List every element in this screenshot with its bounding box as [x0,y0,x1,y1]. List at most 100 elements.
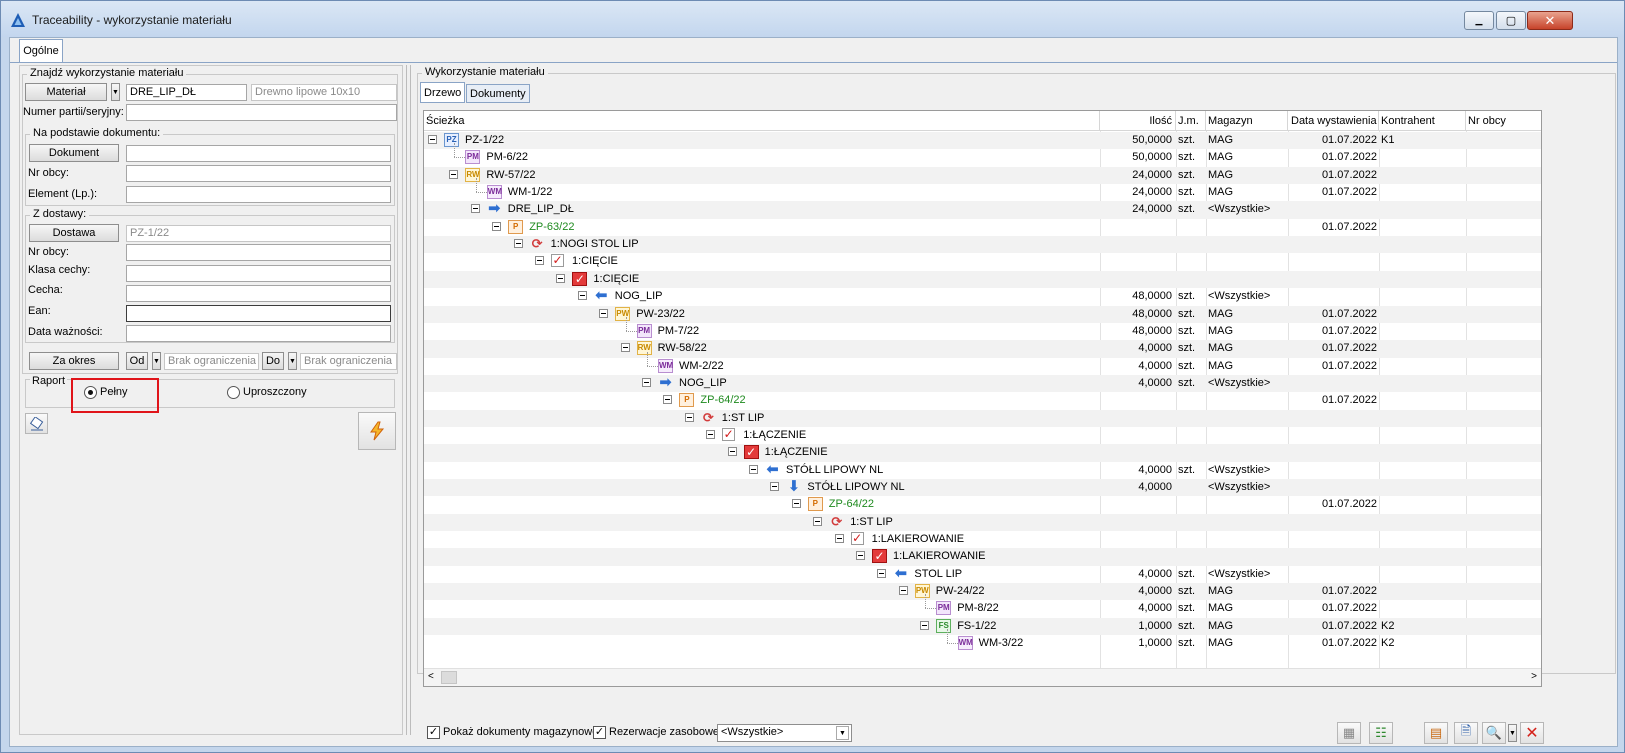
tree-collapse-icon[interactable] [428,135,437,144]
table-row[interactable]: ✓ 1:LAKIEROWANIE [424,548,1541,566]
tree-collapse-icon[interactable] [877,568,887,578]
from-dropdown[interactable]: ▼ [152,352,161,370]
scroll-thumb[interactable] [441,671,457,684]
maximize-button[interactable]: ▢ [1496,11,1526,30]
table-row[interactable]: ✓ 1:CIĘCIE [424,253,1541,270]
tree-collapse-icon[interactable] [834,534,844,544]
col-qty[interactable]: Ilość [1100,111,1176,131]
report-simple-label[interactable]: Uproszczony [243,386,307,398]
export-button[interactable]: ▤ [1424,722,1448,744]
material-dropdown[interactable]: ▼ [111,83,120,101]
batch-input[interactable] [126,104,397,121]
reservations-checkbox[interactable]: ✓ [593,726,606,739]
report-full-label[interactable]: Pełny [100,386,128,398]
tree-collapse-icon[interactable] [620,343,630,353]
tree-collapse-icon[interactable] [449,169,459,179]
table-row[interactable]: PW PW-23/22 48,0000 szt. MAG 01.07.2022 [424,305,1541,323]
show-wh-docs-label[interactable]: Pokaż dokumenty magazynowe [443,726,598,738]
from-date-input[interactable]: Brak ograniczenia [164,353,259,370]
tree-collapse-icon[interactable] [599,308,609,318]
table-row[interactable]: ✓ 1:ŁĄCZENIE [424,427,1541,444]
tree-collapse-icon[interactable] [577,291,587,301]
table-row[interactable]: WM WM-3/22 1,0000 szt. MAG 01.07.2022 K2 [424,629,1541,652]
report-full-radio[interactable] [84,386,97,399]
show-wh-docs-checkbox[interactable]: ✓ [427,726,440,739]
tree-collapse-icon[interactable] [556,273,566,283]
feature-input[interactable] [126,285,391,302]
reservations-label[interactable]: Rezerwacje zasobowe [609,726,719,738]
delivery-input[interactable]: PZ-1/22 [126,225,391,242]
table-row[interactable]: PM PM-7/22 48,0000 szt. MAG 01.07.2022 [424,316,1541,340]
panel-splitter[interactable] [406,65,411,735]
table-row[interactable]: ✓ 1:ŁĄCZENIE [424,444,1541,462]
to-date-input[interactable]: Brak ograniczenia [300,353,397,370]
tree-collapse-icon[interactable] [663,395,673,405]
tree-collapse-icon[interactable] [791,499,801,509]
table-row[interactable]: WM WM-1/22 24,0000 szt. MAG 01.07.2022 [424,178,1541,201]
ean-input[interactable] [126,305,391,322]
filter-select[interactable]: <Wszystkie> ▼ [717,724,852,742]
col-warehouse[interactable]: Magazyn [1206,111,1288,131]
scroll-right-icon[interactable]: > [1531,671,1537,682]
table-row[interactable]: P ZP-63/22 01.07.2022 [424,219,1541,236]
to-button[interactable]: Do [262,352,284,370]
col-path[interactable]: Ścieżka [424,111,1100,131]
tree-expand-button[interactable]: ☷ [1369,722,1393,744]
run-search-button[interactable] [358,412,396,450]
foreign-no-input[interactable] [126,165,391,182]
element-input[interactable] [126,186,391,203]
scroll-left-icon[interactable]: < [428,671,434,682]
document-input[interactable] [126,145,391,162]
table-row[interactable]: ➡ DRE_LIP_DŁ 24,0000 szt. <Wszystkie> [424,201,1541,219]
tree-collapse-icon[interactable] [920,620,930,630]
table-row[interactable]: PM PM-8/22 4,0000 szt. MAG 01.07.2022 [424,594,1541,617]
delivery-button[interactable]: Dostawa [29,224,119,242]
feature-class-input[interactable] [126,265,391,282]
search-button[interactable]: 🔍 [1482,722,1506,744]
table-row[interactable]: ⬅ STOL LIP 4,0000 szt. <Wszystkie> [424,566,1541,583]
tree-collapse-icon[interactable] [898,586,908,596]
table-row[interactable]: PM PM-6/22 50,0000 szt. MAG 01.07.2022 [424,143,1541,166]
tab-general[interactable]: Ogólne [19,39,63,62]
from-button[interactable]: Od [126,352,148,370]
tree-collapse-icon[interactable] [770,482,780,491]
tree-collapse-icon[interactable] [513,239,523,249]
tree-collapse-icon[interactable] [856,551,865,561]
expiry-input[interactable] [126,325,391,342]
period-button[interactable]: Za okres [29,352,119,370]
table-row[interactable]: PZ PZ-1/22 50,0000 szt. MAG 01.07.2022 K1 [424,132,1541,150]
tree-collapse-icon[interactable] [706,429,716,439]
table-row[interactable]: FS FS-1/22 1,0000 szt. MAG 01.07.2022 K2 [424,617,1541,636]
table-row[interactable]: RW RW-58/22 4,0000 szt. MAG 01.07.2022 [424,340,1541,358]
tree-collapse-icon[interactable] [813,516,823,526]
tree-collapse-icon[interactable] [642,377,651,387]
close-button[interactable]: ✕ [1527,11,1573,30]
cancel-button[interactable]: ✕ [1520,722,1544,744]
table-row[interactable]: P ZP-64/22 01.07.2022 [424,496,1541,513]
report-simple-radio[interactable] [227,386,240,399]
tree-collapse-icon[interactable] [535,256,544,266]
table-row[interactable]: PW PW-24/22 4,0000 szt. MAG 01.07.2022 [424,583,1541,601]
to-dropdown[interactable]: ▼ [288,352,297,370]
document-view-button[interactable]: 🗎 [1454,722,1478,744]
table-row[interactable]: ⟳ 1:ST LIP [424,513,1541,532]
search-options-dropdown[interactable]: ▼ [1508,724,1517,742]
tab-documents[interactable]: Dokumenty [466,84,530,103]
table-row[interactable]: ⟳ 1:NOGI STOL LIP [424,236,1541,254]
col-foreign-no[interactable]: Nr obcy [1466,111,1541,131]
col-unit[interactable]: J.m. [1176,111,1206,131]
table-row[interactable]: WM WM-2/22 4,0000 szt. MAG 01.07.2022 [424,351,1541,375]
material-button[interactable]: Materiał [25,83,107,101]
table-row[interactable]: RW RW-57/22 24,0000 szt. MAG 01.07.2022 [424,166,1541,185]
delivery-foreign-no-input[interactable] [126,244,391,261]
table-row[interactable]: P ZP-64/22 01.07.2022 [424,392,1541,409]
table-row[interactable]: ➡ NOG_LIP 4,0000 szt. <Wszystkie> [424,374,1541,393]
col-party[interactable]: Kontrahent [1379,111,1466,131]
tab-tree[interactable]: Drzewo [420,82,466,103]
material-code-input[interactable]: DRE_LIP_DŁ [126,84,247,101]
horizontal-scrollbar[interactable]: < > [424,668,1541,686]
table-row[interactable]: ✓ 1:CIĘCIE [424,270,1541,289]
table-row[interactable]: ⬇ STÓŁL LIPOWY NL 4,0000 <Wszystkie> [424,479,1541,497]
tree-collapse-icon[interactable] [470,204,480,214]
document-button[interactable]: Dokument [29,144,119,162]
